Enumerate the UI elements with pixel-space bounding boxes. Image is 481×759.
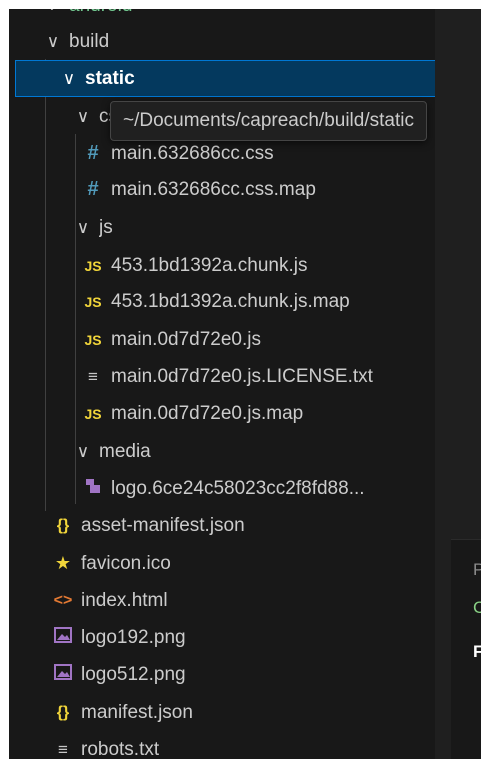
tree-file-logo-svg[interactable]: logo.6ce24c58023cc2f8fd88... <box>9 470 435 507</box>
json-file-icon: {} <box>56 703 70 721</box>
file-label: main.0d7d72e0.js <box>111 328 261 350</box>
file-label: index.html <box>81 589 168 611</box>
folder-label: android <box>69 9 132 17</box>
tree-file-logo192[interactable]: logo192.png <box>9 619 435 656</box>
js-file-icon: JS <box>84 331 102 348</box>
chevron-down-icon: ∨ <box>76 106 90 126</box>
editor-area: P C F <box>451 9 481 759</box>
html-file-icon: <> <box>53 591 73 609</box>
image-file-icon <box>53 627 73 648</box>
file-label: manifest.json <box>81 701 193 723</box>
tree-file-chunk-js[interactable]: JS 453.1bd1392a.chunk.js <box>9 247 435 284</box>
tree-file-manifest[interactable]: {} manifest.json <box>9 694 435 731</box>
file-label: 453.1bd1392a.chunk.js <box>111 254 308 276</box>
image-file-icon <box>53 664 73 685</box>
file-label: asset-manifest.json <box>81 514 245 536</box>
tree-file-main-js[interactable]: JS main.0d7d72e0.js <box>9 321 435 358</box>
panel-text: C <box>473 598 481 617</box>
tree-file-asset-manifest[interactable]: {} asset-manifest.json <box>9 507 435 544</box>
editor-bottom-panel: P C F <box>451 539 481 759</box>
tree-file-license-txt[interactable]: ≡ main.0d7d72e0.js.LICENSE.txt <box>9 358 435 395</box>
js-file-icon: JS <box>84 257 102 274</box>
picture-icon <box>54 627 72 643</box>
svg-file-icon <box>83 477 103 500</box>
text-file-icon: ≡ <box>88 366 98 386</box>
tree-file-index-html[interactable]: <> index.html <box>9 582 435 619</box>
shapes-icon <box>86 479 100 493</box>
tree-file-chunk-js-map[interactable]: JS 453.1bd1392a.chunk.js.map <box>9 283 435 320</box>
panel-text: F <box>473 642 481 661</box>
folder-label: js <box>99 216 113 238</box>
tree-folder-js[interactable]: ∨ js <box>9 209 435 246</box>
file-label: logo192.png <box>81 626 186 648</box>
tree-folder-build[interactable]: ∨ build <box>9 23 435 60</box>
css-file-icon: # <box>87 142 99 164</box>
file-label: 453.1bd1392a.chunk.js.map <box>111 290 350 312</box>
tree-folder-static[interactable]: ∨ static <box>15 60 435 97</box>
file-label: main.632686cc.css.map <box>111 178 316 200</box>
css-file-icon: # <box>87 178 99 200</box>
file-label: favicon.ico <box>81 552 171 574</box>
panel-text: P <box>473 560 481 579</box>
folder-label: build <box>69 30 110 52</box>
tree-folder-android[interactable]: › android <box>9 9 435 24</box>
file-label: logo.6ce24c58023cc2f8fd88... <box>111 477 365 499</box>
tree-folder-media[interactable]: ∨ media <box>9 433 435 470</box>
file-label: main.0d7d72e0.js.LICENSE.txt <box>111 365 373 387</box>
file-label: main.0d7d72e0.js.map <box>111 402 304 424</box>
chevron-down-icon: ∨ <box>62 68 76 88</box>
chevron-down-icon: ∨ <box>76 441 90 461</box>
path-tooltip: ~/Documents/capreach/build/static <box>110 101 427 141</box>
json-file-icon: {} <box>56 516 70 534</box>
file-label: logo512.png <box>81 663 186 685</box>
file-label: main.632686cc.css <box>111 142 274 164</box>
star-icon: ★ <box>54 553 72 573</box>
js-file-icon: JS <box>84 405 102 422</box>
tree-file-logo512[interactable]: logo512.png <box>9 656 435 693</box>
tree-file-favicon[interactable]: ★ favicon.ico <box>9 545 435 582</box>
tree-file-robots[interactable]: ≡ robots.txt <box>9 731 435 759</box>
tree-file-main-js-map[interactable]: JS main.0d7d72e0.js.map <box>9 395 435 432</box>
chevron-down-icon: ∨ <box>76 217 90 237</box>
chevron-right-icon: › <box>45 9 61 16</box>
vscode-window: › android ∨ build ∨ static ∨ css # main.… <box>9 9 481 759</box>
js-file-icon: JS <box>84 293 102 310</box>
folder-label: media <box>99 440 151 462</box>
file-label: robots.txt <box>81 738 160 759</box>
folder-label: static <box>85 67 135 89</box>
chevron-down-icon: ∨ <box>46 31 60 51</box>
explorer-scrollbar[interactable] <box>435 9 451 759</box>
explorer-tree: › android ∨ build ∨ static ∨ css # main.… <box>9 9 435 759</box>
tree-file-main-css-map[interactable]: # main.632686cc.css.map <box>9 171 435 208</box>
text-file-icon: ≡ <box>58 739 68 759</box>
picture-icon <box>54 664 72 680</box>
